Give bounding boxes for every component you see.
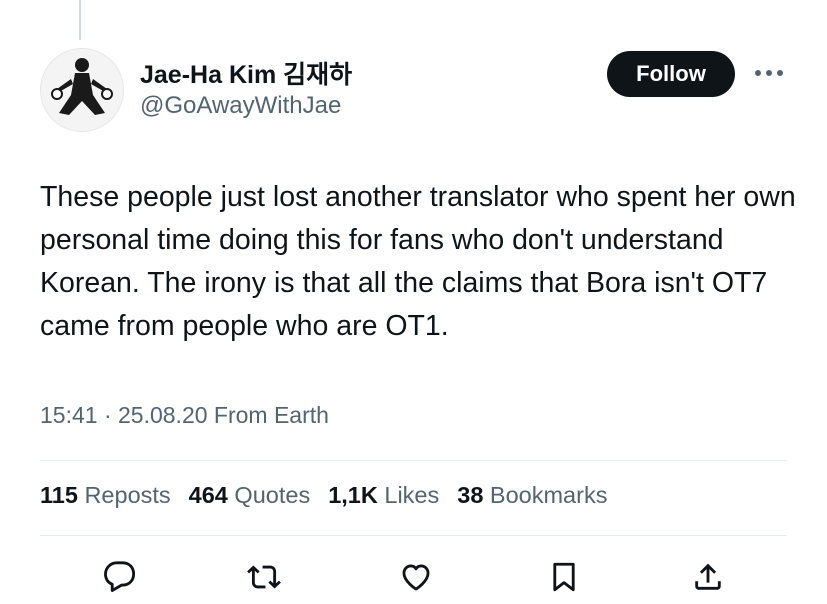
bookmark-icon (553, 562, 575, 592)
share-icon (695, 563, 721, 590)
author-display-name[interactable]: Jae-Ha Kim 김재하 (140, 55, 352, 91)
quotes-stat[interactable]: 464 Quotes (189, 482, 311, 509)
reposts-count: 115 (40, 482, 78, 508)
likes-label: Likes (384, 482, 440, 508)
likes-stat[interactable]: 1,1K Likes (328, 482, 439, 509)
reposts-label: Reposts (84, 482, 171, 508)
follow-button[interactable]: Follow (607, 51, 735, 97)
more-options-button[interactable] (752, 62, 786, 84)
tweet-text: These people just lost another translato… (40, 181, 796, 342)
share-button[interactable] (688, 557, 728, 597)
divider (40, 460, 787, 461)
likes-count: 1,1K (328, 482, 378, 508)
thread-connector-line (79, 0, 81, 40)
reply-icon (104, 561, 136, 592)
bookmarks-count: 38 (457, 482, 484, 508)
repost-button[interactable] (244, 557, 284, 597)
author-handle[interactable]: @GoAwayWithJae (140, 92, 341, 120)
avatar[interactable] (40, 48, 124, 132)
bookmarks-stat[interactable]: 38 Bookmarks (457, 482, 607, 509)
engagement-stats: 115 Reposts 464 Quotes 1,1K Likes 38 Boo… (40, 482, 625, 509)
bookmark-button[interactable] (544, 557, 584, 597)
divider (40, 535, 787, 536)
author-name-row[interactable]: Jae-Ha Kim 김재하 (140, 55, 352, 91)
ellipsis-icon (755, 70, 783, 76)
profile-photo (41, 49, 123, 131)
quotes-label: Quotes (234, 482, 311, 508)
repost-icon (247, 565, 281, 589)
bookmarks-label: Bookmarks (489, 482, 608, 508)
action-bar (0, 557, 827, 597)
like-icon (402, 564, 430, 591)
like-button[interactable] (396, 557, 436, 597)
reposts-stat[interactable]: 115 Reposts (40, 482, 171, 509)
reply-button[interactable] (100, 557, 140, 597)
tweet-timestamp[interactable]: 15:41 · 25.08.20 From Earth (40, 402, 329, 429)
quotes-count: 464 (188, 482, 228, 508)
